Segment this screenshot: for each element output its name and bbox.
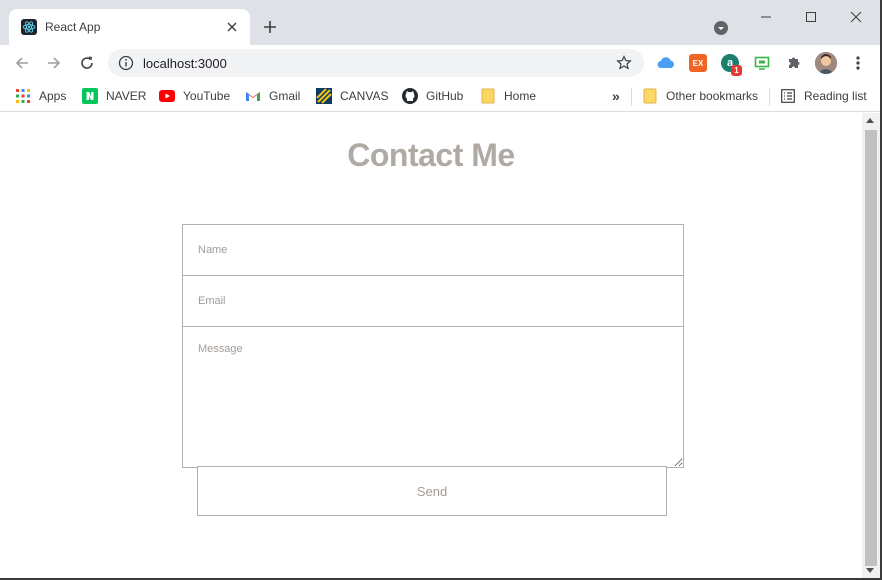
ex-extension-icon[interactable]: EX [689,54,707,72]
page-title: Contact Me [347,137,515,173]
email-input[interactable] [182,275,684,327]
bookmark-github[interactable]: GitHub [402,87,463,105]
name-input[interactable] [182,224,684,276]
back-icon[interactable] [12,53,32,73]
bookmark-label: NAVER [106,89,147,103]
new-tab-icon[interactable] [260,17,280,37]
message-textarea[interactable] [182,326,684,468]
page-viewport: Contact Me Send [0,113,862,578]
react-icon [21,19,37,35]
reading-list-icon [780,88,796,104]
site-info-icon[interactable] [118,55,134,71]
apps-grid-icon [15,88,31,104]
scroll-up-arrow-icon[interactable] [866,118,874,123]
naver-icon [82,88,98,104]
bookmark-label: YouTube [183,89,231,103]
bookmark-canvas[interactable]: CANVAS [316,87,388,105]
bookmark-label: Other bookmarks [666,89,759,103]
menu-kebab-icon[interactable] [849,54,867,72]
tab-title: React App [45,20,101,34]
bookmarks-overflow-button[interactable]: » [612,87,620,105]
profile-avatar[interactable] [815,52,837,74]
tab-strip: React App [0,0,882,45]
github-icon [402,88,418,104]
url-text: localhost:3000 [143,56,227,71]
bookmark-star-icon[interactable] [616,55,632,71]
scrollbar-thumb[interactable] [865,130,877,566]
browser-tab[interactable]: React App [9,9,250,45]
forward-icon[interactable] [44,53,64,73]
reading-list-button[interactable]: Reading list [780,87,867,105]
scroll-down-arrow-icon[interactable] [866,568,874,573]
tab-search-icon[interactable] [712,19,730,37]
bookmark-apps[interactable]: Apps [15,87,66,105]
extension-badge: 1 [731,65,742,76]
folder-icon [642,88,658,104]
reload-icon[interactable] [77,53,97,73]
bookmarks-separator [769,88,770,106]
bookmarks-separator [631,88,632,106]
close-icon[interactable] [844,6,868,28]
bookmark-youtube[interactable]: YouTube [159,87,230,105]
youtube-icon [159,88,175,104]
bookmark-label: Apps [39,89,67,103]
bookmarks-bar: Apps NAVER YouTube Gmail CANVAS GitHub H… [0,81,882,112]
tab-close-icon[interactable] [224,19,240,35]
bookmark-other[interactable]: Other bookmarks [642,87,758,105]
extensions-puzzle-icon[interactable] [785,54,803,72]
gmail-icon [245,88,261,104]
bookmark-gmail[interactable]: Gmail [245,87,300,105]
bookmark-label: CANVAS [340,89,389,103]
address-bar[interactable]: localhost:3000 [108,49,644,77]
vertical-scrollbar[interactable] [862,113,880,578]
screen-extension-icon[interactable] [753,54,771,72]
minimize-icon[interactable] [754,6,778,28]
folder-icon [480,88,496,104]
bookmark-label: Home [504,89,537,103]
bookmark-naver[interactable]: NAVER [82,87,146,105]
bookmark-label: GitHub [426,89,464,103]
send-button[interactable]: Send [197,466,667,516]
canvas-icon [316,88,332,104]
bookmark-label: Reading list [804,89,867,103]
maximize-icon[interactable] [799,6,823,28]
cloud-extension-icon[interactable] [657,54,675,72]
browser-toolbar: localhost:3000 EX a 1 [0,45,882,81]
bookmark-home[interactable]: Home [480,87,536,105]
bookmark-label: Gmail [269,89,301,103]
